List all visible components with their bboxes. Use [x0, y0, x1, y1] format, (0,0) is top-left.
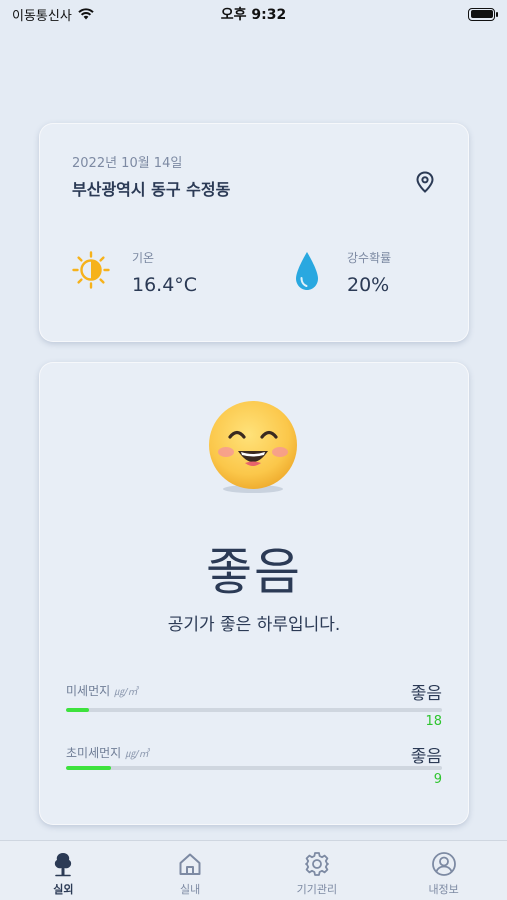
pm10-bar-fill: [66, 708, 89, 712]
raindrop-icon: [296, 252, 318, 290]
carrier-name: 이동통신사: [12, 8, 72, 24]
wifi-icon: [78, 8, 94, 20]
tab-indoor-label: 실내: [180, 883, 201, 896]
pm25-unit: ㎍/㎥: [125, 749, 149, 760]
tab-bar: 실외 실내 기기관리 내정보: [0, 840, 507, 900]
user-icon: [431, 852, 456, 876]
air-grade: 좋음: [206, 543, 302, 601]
weather-date: 2022년 10월 14일: [72, 156, 183, 171]
battery-icon: [468, 7, 498, 21]
air-message: 공기가 좋은 하루입니다.: [167, 615, 341, 635]
pm25-grade: 좋음: [410, 747, 442, 767]
pm25-bar-fill: [66, 766, 112, 770]
weather-location: 부산광역시 동구 수정동: [72, 180, 231, 199]
pm10-grade: 좋음: [410, 684, 442, 704]
tab-devices[interactable]: 기기관리: [254, 841, 381, 900]
tab-profile[interactable]: 내정보: [380, 841, 507, 900]
pm25-label: 초미세먼지 ㎍/㎥: [66, 744, 149, 761]
pm10-name: 미세먼지: [66, 684, 111, 698]
pm25-name: 초미세먼지: [66, 746, 122, 760]
pm10-unit: ㎍/㎥: [114, 687, 138, 698]
tab-outdoor-label: 실외: [53, 883, 74, 896]
tree-icon: [55, 853, 72, 877]
status-bar: 이동통신사 오후 9:32: [0, 0, 507, 28]
status-left: 이동통신사: [12, 5, 94, 24]
pm25-bar: [66, 766, 442, 770]
pm10-label: 미세먼지 ㎍/㎥: [66, 682, 138, 699]
tab-profile-label: 내정보: [428, 883, 459, 896]
tab-indoor[interactable]: 실내: [127, 841, 254, 900]
tab-devices-label: 기기관리: [296, 883, 338, 896]
pm10-bar: [66, 708, 442, 712]
gear-icon: [304, 852, 329, 876]
weather-card: 2022년 10월 14일 부산광역시 동구 수정동 기온 16.4°C 강수확…: [39, 123, 469, 342]
tab-outdoor[interactable]: 실외: [0, 841, 127, 900]
sun-icon: [72, 251, 110, 289]
precip-label: 강수확률: [347, 251, 392, 265]
temperature-value: 16.4°C: [132, 274, 198, 296]
pm25-value: 9: [433, 772, 442, 787]
location-pin-icon[interactable]: [415, 171, 435, 193]
precip-value: 20%: [347, 274, 390, 296]
pm10-value: 18: [425, 714, 442, 729]
air-quality-card: 좋음 공기가 좋은 하루입니다. 미세먼지 ㎍/㎥ 좋음 18 초미세먼지 ㎍/㎥ …: [39, 362, 469, 825]
temperature-label: 기온: [132, 251, 155, 265]
smiley-face-icon: [209, 401, 297, 493]
home-icon: [179, 853, 201, 875]
